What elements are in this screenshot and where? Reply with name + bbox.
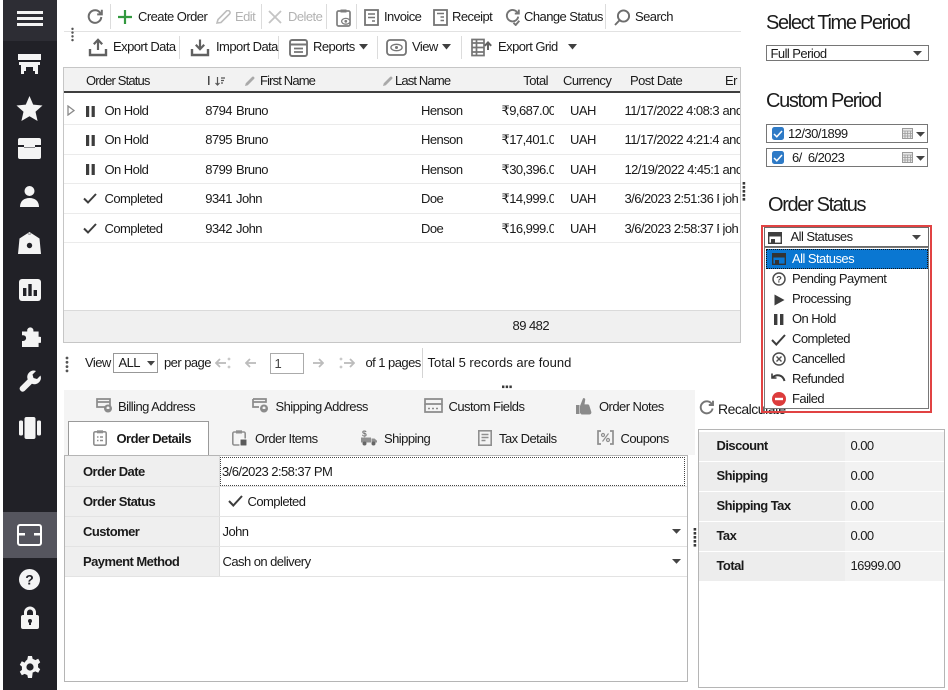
svg-text:?: ? [776, 274, 782, 285]
svg-text:?: ? [25, 572, 34, 588]
svg-text:$: $ [362, 429, 367, 439]
